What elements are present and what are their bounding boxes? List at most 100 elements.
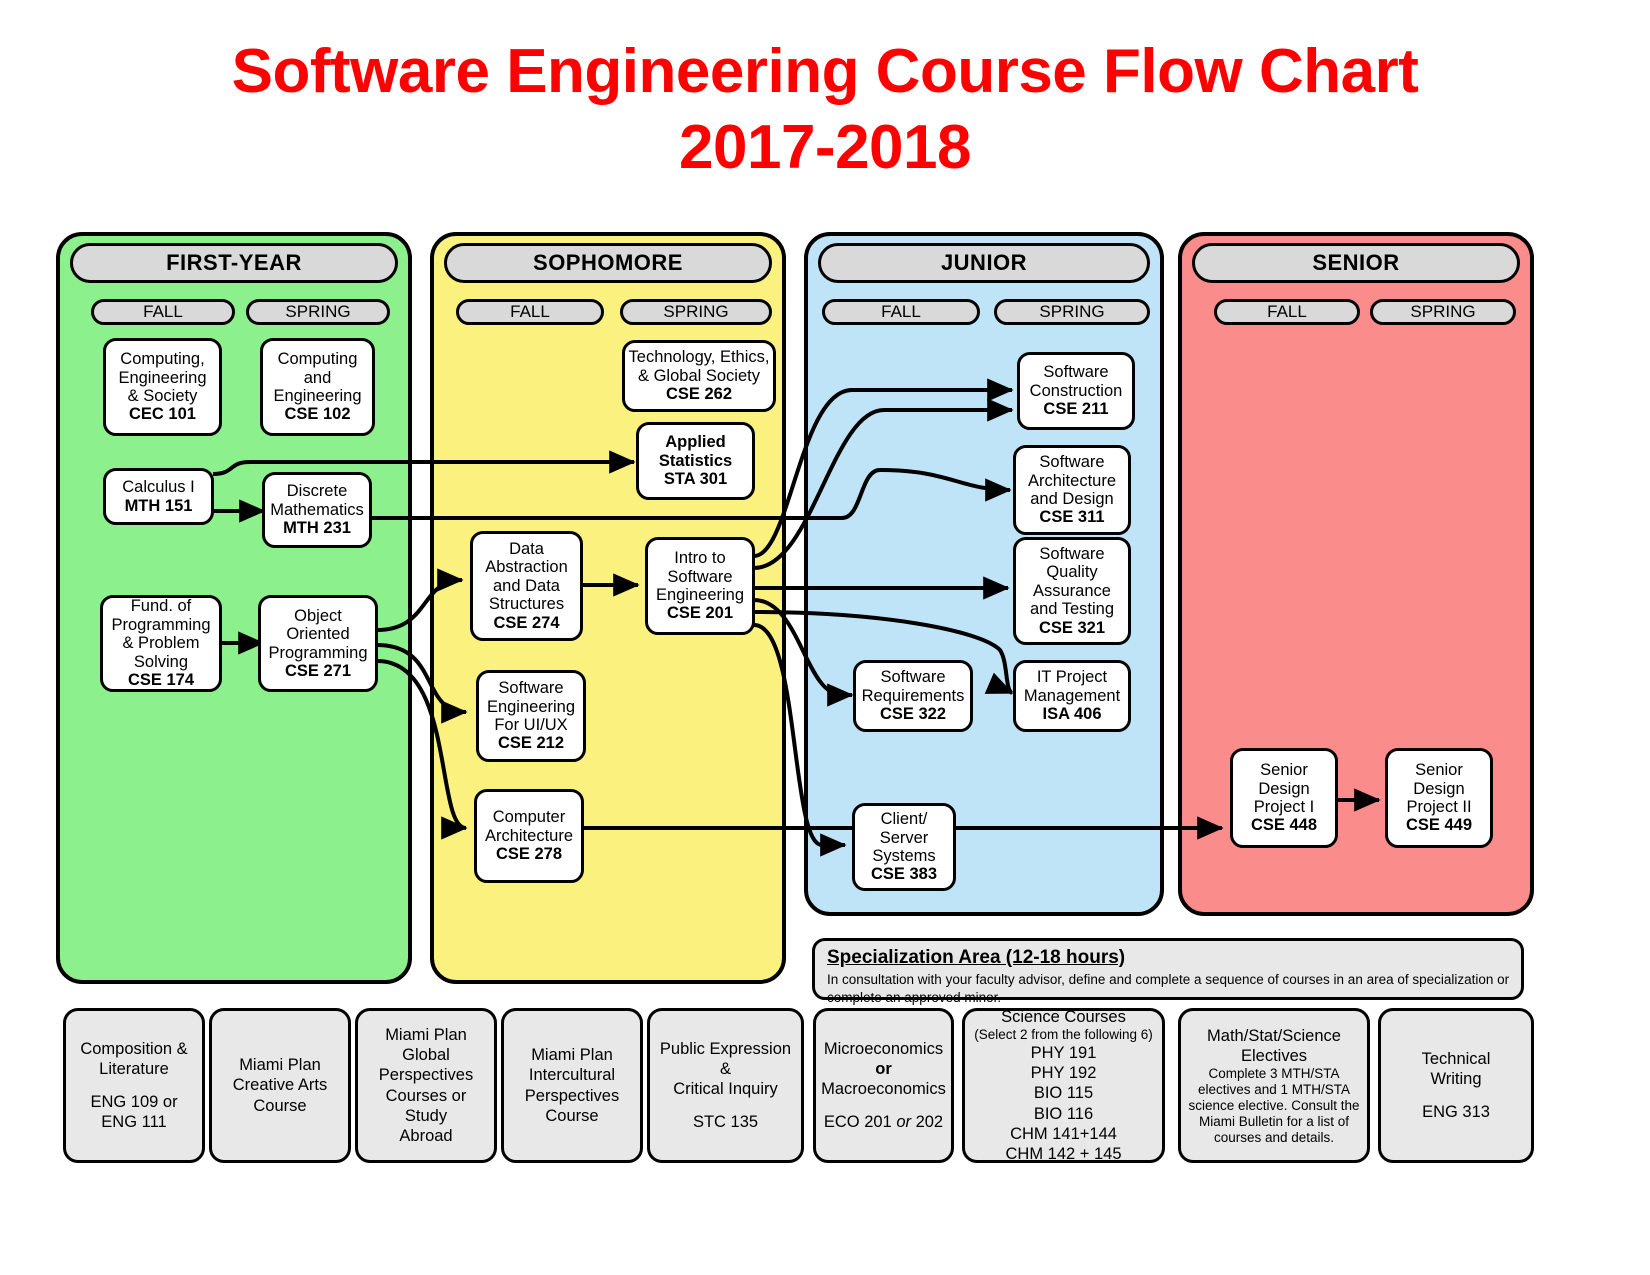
course-box-cse278[interactable]: Computer Architecture CSE 278 <box>474 789 584 883</box>
gen-box-line: ENG 109 or <box>90 1093 178 1111</box>
year-header-label: SENIOR <box>1312 250 1400 275</box>
course-name: Computing and Engineering <box>273 350 362 405</box>
course-name: Client/Server Systems <box>872 810 936 865</box>
year-header-label: SOPHOMORE <box>533 250 683 275</box>
year-header-sophomore: SOPHOMORE <box>444 243 772 283</box>
term-pill-first-year-fall: FALL <box>91 299 235 325</box>
gen-box-note: Complete 3 MTH/STA electives and 1 MTH/S… <box>1188 1065 1360 1145</box>
course-name: Senior Design Project II <box>1406 761 1472 816</box>
gen-box-line: Miami Plan <box>385 1026 467 1045</box>
gen-box-global-perspectives[interactable]: Miami Plan Global Perspectives Courses or S… <box>355 1008 497 1163</box>
gen-box-intercultural[interactable]: Miami Plan Intercultural Perspectives Cours… <box>501 1008 643 1163</box>
gen-box-composition[interactable]: Composition & Literature ENG 109 or ENG 111 <box>63 1008 205 1163</box>
page-title: Software Engineering Course Flow Chart 2… <box>0 34 1650 185</box>
course-box-cse174[interactable]: Fund. of Programming & Problem Solving CSE … <box>100 595 222 692</box>
course-code: CSE 274 <box>493 613 560 632</box>
gen-box-line: BIO 115 <box>1033 1084 1094 1103</box>
course-name: Fund. of Programming & Problem Solving <box>111 597 211 671</box>
course-name: Software Requirements <box>861 668 965 705</box>
course-name: Discrete Mathematics <box>270 482 364 519</box>
gen-box-line: ENG 111 <box>101 1113 167 1132</box>
term-pill-first-year-spring: SPRING <box>246 299 390 325</box>
gen-box-economics[interactable]: Microeconomics or Macroeconomics ECO 201 or… <box>813 1008 954 1163</box>
gen-box-creative-arts[interactable]: Miami Plan Creative Arts Course <box>209 1008 351 1163</box>
course-name: IT Project Management <box>1023 668 1121 705</box>
gen-box-line: PHY 192 <box>1030 1064 1097 1083</box>
course-code: MTH 151 <box>124 496 193 515</box>
gen-box-science-courses[interactable]: Science Courses (Select 2 from the follow… <box>962 1008 1165 1163</box>
course-box-cse201[interactable]: Intro to Software Engineering CSE 201 <box>645 537 755 635</box>
course-code: CSE 278 <box>495 845 563 864</box>
gen-box-line: ECO 201 or 202 <box>823 1113 944 1132</box>
term-label: SPRING <box>663 302 729 321</box>
course-box-cse448[interactable]: Senior Design Project I CSE 448 <box>1230 748 1338 848</box>
gen-box-line: Courses or Study <box>385 1086 467 1125</box>
course-code: CSE 322 <box>879 705 947 724</box>
specialization-area: Specialization Area (12-18 hours) In con… <box>812 938 1524 1005</box>
course-name: Applied Statistics <box>658 433 733 470</box>
gen-box-line: Global <box>402 1046 450 1065</box>
course-box-cse102[interactable]: Computing and Engineering CSE 102 <box>260 338 375 436</box>
course-code: CSE 174 <box>127 671 195 690</box>
course-code: CSE 311 <box>1039 508 1105 527</box>
course-name: Software Engineering For UI/UX <box>486 679 576 734</box>
gen-box-line: Miami Plan <box>531 1046 613 1065</box>
year-header-label: JUNIOR <box>940 250 1028 275</box>
course-name: Intro to Software Engineering <box>655 549 745 604</box>
gen-box-line: CHM 141+144 <box>1010 1124 1117 1143</box>
gen-box-public-expression[interactable]: Public Expression & Critical Inquiry STC 1… <box>647 1008 804 1163</box>
course-box-cse321[interactable]: Software Quality Assurance and Testing CSE … <box>1013 537 1131 645</box>
term-label: FALL <box>1267 302 1307 321</box>
gen-box-line: Course <box>253 1096 307 1115</box>
course-name: Technology, Ethics, & Global Society <box>628 348 770 385</box>
course-box-sta301[interactable]: Applied Statistics STA 301 <box>636 422 755 500</box>
gen-box-math-stat-science-electives[interactable]: Math/Stat/Science Electives Complete 3 MTH… <box>1178 1008 1370 1163</box>
gen-box-title: Electives <box>1240 1046 1308 1065</box>
course-box-cse262[interactable]: Technology, Ethics, & Global Society CSE … <box>622 340 776 412</box>
course-box-cse274[interactable]: Data Abstraction and Data Structures CSE 27… <box>470 531 583 641</box>
course-box-mth151[interactable]: Calculus I MTH 151 <box>103 468 214 525</box>
course-code: STA 301 <box>663 470 728 489</box>
title-line-2: 2017-2018 <box>679 112 972 182</box>
course-box-cse211[interactable]: Software Construction CSE 211 <box>1017 352 1135 430</box>
gen-box-line: Microeconomics <box>823 1039 944 1058</box>
term-label: SPRING <box>285 302 351 321</box>
gen-box-line: ENG 313 <box>1422 1103 1490 1122</box>
course-box-cse311[interactable]: Software Architecture and Design CSE 311 <box>1013 445 1131 535</box>
course-name: Data Abstraction and Data Structures <box>485 539 568 614</box>
year-header-junior: JUNIOR <box>818 243 1150 283</box>
gen-box-technical-writing[interactable]: Technical Writing ENG 313 <box>1378 1008 1534 1163</box>
specialization-body: In consultation with your faculty adviso… <box>827 972 1510 1005</box>
gen-box-line: Writing <box>1430 1069 1482 1088</box>
course-box-isa406[interactable]: IT Project Management ISA 406 <box>1013 660 1131 732</box>
term-pill-sophomore-spring: SPRING <box>620 299 772 325</box>
term-label: SPRING <box>1410 302 1476 321</box>
gen-box-title: Math/Stat/Science <box>1207 1026 1341 1045</box>
term-label: FALL <box>510 302 550 321</box>
course-code: CSE 211 <box>1043 400 1109 419</box>
gen-box-line: Composition & <box>80 1039 188 1058</box>
gen-box-line: BIO 116 <box>1033 1104 1094 1123</box>
term-pill-senior-spring: SPRING <box>1370 299 1516 325</box>
course-code: CSE 449 <box>1405 816 1473 835</box>
course-box-cse322[interactable]: Software Requirements CSE 322 <box>853 660 973 732</box>
gen-box-title: Science Courses <box>1001 1008 1126 1027</box>
course-name: Senior Design Project I <box>1253 761 1315 816</box>
term-pill-junior-spring: SPRING <box>994 299 1150 325</box>
gen-box-line: STC 135 <box>692 1113 759 1132</box>
course-name: Calculus I <box>122 478 195 497</box>
gen-box-line: Miami Plan <box>239 1056 321 1075</box>
course-box-cse271[interactable]: Object Oriented Programming CSE 271 <box>258 595 378 692</box>
course-box-cec101[interactable]: Computing, Engineering & Society CEC 101 <box>103 338 222 436</box>
course-box-cse383[interactable]: Client/Server Systems CSE 383 <box>852 803 956 891</box>
course-code: CSE 201 <box>666 604 734 623</box>
course-box-cse212[interactable]: Software Engineering For UI/UX CSE 212 <box>476 670 586 762</box>
gen-box-line: Creative Arts <box>232 1076 328 1095</box>
course-name: Software Architecture and Design <box>1027 453 1117 508</box>
course-name: Object Oriented Programming <box>268 606 368 662</box>
gen-box-line: Course <box>545 1106 599 1125</box>
course-box-mth231[interactable]: Discrete Mathematics MTH 231 <box>262 472 372 548</box>
gen-box-line: or <box>875 1059 892 1078</box>
term-label: FALL <box>143 302 183 321</box>
course-box-cse449[interactable]: Senior Design Project II CSE 449 <box>1385 748 1493 848</box>
